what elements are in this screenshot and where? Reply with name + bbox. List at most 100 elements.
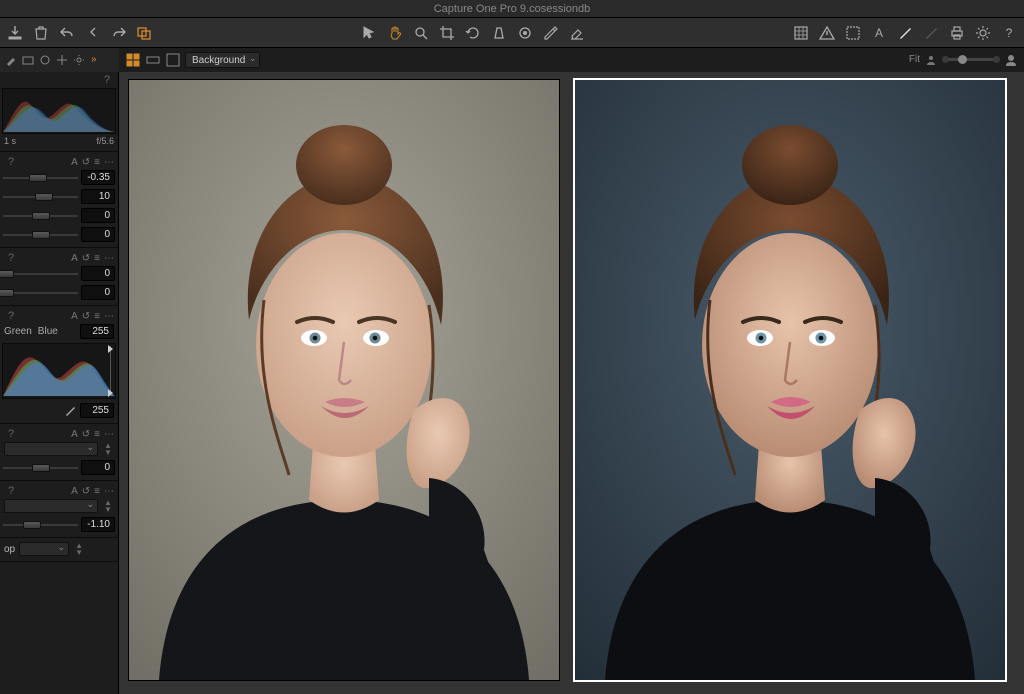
slider-vignetting[interactable]: -1.10 (0, 515, 118, 534)
white-picker[interactable] (894, 22, 916, 44)
import-button[interactable] (4, 22, 26, 44)
trash-button[interactable] (30, 22, 52, 44)
cursor-hand[interactable] (384, 22, 406, 44)
undo-step-button[interactable] (82, 22, 104, 44)
panel-more-icon[interactable]: ⋯ (104, 486, 114, 497)
panel-auto-icon[interactable]: A (71, 311, 78, 322)
panel-reset-icon[interactable]: ↺ (82, 253, 90, 264)
panel-help-icon[interactable]: ? (100, 74, 114, 86)
work-area: ? 1 s f/5.6 ? A ↺ ≡ ⋯ (0, 72, 1024, 694)
focus-mask-toggle[interactable] (842, 22, 864, 44)
cursor-spot[interactable] (514, 22, 536, 44)
levels-picker-icon[interactable] (64, 405, 76, 417)
viewmode-filmstrip[interactable] (145, 53, 161, 67)
panel-reset-icon[interactable]: ↺ (82, 486, 90, 497)
levels-channel-blue[interactable]: Blue (38, 326, 58, 337)
vignetting-method-select[interactable] (4, 499, 98, 513)
slider-contrast[interactable]: 10 (0, 187, 118, 206)
levels-output-high[interactable]: 255 (80, 403, 114, 418)
levels-panel: ? A ↺ ≡ ⋯ Green Blue 255 (0, 306, 118, 424)
viewmode-list[interactable] (165, 53, 181, 67)
photo-variant-original[interactable] (129, 80, 559, 680)
vignetting-help-icon[interactable]: ? (4, 485, 18, 497)
histogram-readout: 1 s f/5.6 (0, 134, 118, 148)
black-picker[interactable] (920, 22, 942, 44)
slider-exposure[interactable]: -0.35 (0, 168, 118, 187)
tooltab-row: » (0, 48, 119, 72)
exposure-panel: ? A ↺ ≡ ⋯ -0.35 10 0 0 (0, 152, 118, 248)
viewmode-grid[interactable] (125, 53, 141, 67)
aperture: f/5.6 (96, 136, 114, 146)
tooltab-library[interactable] (4, 53, 18, 67)
panel-menu-icon[interactable]: ≡ (94, 486, 100, 497)
crop-ratio-select[interactable] (19, 542, 69, 556)
exposure-help-icon[interactable]: ? (4, 156, 18, 168)
zoom-slider[interactable] (946, 58, 996, 61)
tooltab-prefs[interactable] (72, 53, 86, 67)
panel-auto-icon[interactable]: A (71, 157, 78, 168)
panel-reset-icon[interactable]: ↺ (82, 311, 90, 322)
redo-button[interactable] (108, 22, 130, 44)
photo-variant-edited[interactable] (575, 80, 1005, 680)
crop-stepper[interactable]: ▲▼ (73, 542, 85, 556)
panel-more-icon[interactable]: ⋯ (104, 311, 114, 322)
preferences-button[interactable] (972, 22, 994, 44)
hdr-panel: ? A ↺ ≡ ⋯ 0 0 (0, 248, 118, 306)
panel-menu-icon[interactable]: ≡ (94, 311, 100, 322)
tools-panel: ? 1 s f/5.6 ? A ↺ ≡ ⋯ (0, 72, 119, 694)
clarity-stepper[interactable]: ▲▼ (102, 442, 114, 456)
tooltab-color[interactable] (38, 53, 52, 67)
cursor-pointer[interactable] (358, 22, 380, 44)
panel-reset-icon[interactable]: ↺ (82, 429, 90, 440)
tooltab-capture[interactable] (21, 53, 35, 67)
slider-brightness[interactable]: 0 (0, 206, 118, 225)
panel-menu-icon[interactable]: ≡ (94, 429, 100, 440)
slider-clarity[interactable]: 0 (0, 458, 118, 477)
cursor-crop[interactable] (436, 22, 458, 44)
viewer[interactable] (119, 72, 1024, 694)
hdr-help-icon[interactable]: ? (4, 252, 18, 264)
slider-shadow[interactable]: 0 (0, 283, 118, 302)
slider-saturation[interactable]: 0 (0, 225, 118, 244)
histogram[interactable] (2, 88, 116, 134)
levels-input-high[interactable]: 255 (80, 324, 114, 339)
clarity-method-select[interactable] (4, 442, 98, 456)
histogram-panel: ? 1 s f/5.6 (0, 72, 118, 152)
print-button[interactable] (946, 22, 968, 44)
tooltab-expand[interactable]: » (89, 54, 99, 65)
undo-button[interactable] (56, 22, 78, 44)
cursor-mask-draw[interactable] (540, 22, 562, 44)
help-button[interactable]: ? (998, 22, 1020, 44)
window-titlebar: Capture One Pro 9.cosessiondb (0, 0, 1024, 18)
panel-auto-icon[interactable]: A (71, 486, 78, 497)
cursor-keystone[interactable] (488, 22, 510, 44)
multiview-button[interactable] (134, 22, 156, 44)
annotations-toggle[interactable]: A (868, 22, 890, 44)
browser-filter-select[interactable]: Background (185, 52, 260, 68)
panel-more-icon[interactable]: ⋯ (104, 157, 114, 168)
cursor-loupe[interactable] (410, 22, 432, 44)
cursor-rotate[interactable] (462, 22, 484, 44)
panel-auto-icon[interactable]: A (71, 429, 78, 440)
exposure-warning-icon[interactable] (816, 22, 838, 44)
slider-highlight[interactable]: 0 (0, 264, 118, 283)
levels-histogram[interactable] (2, 343, 116, 399)
panel-more-icon[interactable]: ⋯ (104, 253, 114, 264)
panel-reset-icon[interactable]: ↺ (82, 157, 90, 168)
grid-toggle[interactable] (790, 22, 812, 44)
levels-help-icon[interactable]: ? (4, 310, 18, 322)
panel-more-icon[interactable]: ⋯ (104, 429, 114, 440)
panel-menu-icon[interactable]: ≡ (94, 157, 100, 168)
profile-icon[interactable] (1004, 53, 1018, 67)
zoom-user-icon[interactable] (924, 53, 938, 67)
svg-text:?: ? (1006, 26, 1013, 40)
cursor-mask-erase[interactable] (566, 22, 588, 44)
tooltab-exposure[interactable] (55, 53, 69, 67)
vignetting-stepper[interactable]: ▲▼ (102, 499, 114, 513)
levels-channel-tabs[interactable]: Green Blue 255 (0, 322, 118, 341)
panel-menu-icon[interactable]: ≡ (94, 253, 100, 264)
clarity-help-icon[interactable]: ? (4, 428, 18, 440)
panel-auto-icon[interactable]: A (71, 253, 78, 264)
levels-channel-green[interactable]: Green (4, 326, 32, 337)
svg-text:A: A (875, 26, 883, 40)
